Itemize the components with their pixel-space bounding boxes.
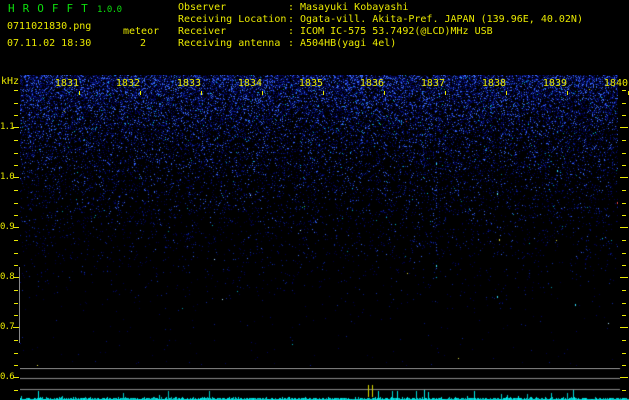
left-axis-segment [19,267,20,343]
y-major-tick-right [620,327,628,328]
y-minor-tick-left [14,290,18,291]
y-major-tick-right [620,227,628,228]
time-label: 1831 [54,78,79,89]
y-minor-tick-right [622,253,626,254]
y-minor-tick-right [622,290,626,291]
y-minor-tick-left [14,340,18,341]
time-tick [567,91,568,95]
y-axis-label: 0.9 [0,222,15,232]
time-tick [323,91,324,95]
y-minor-tick-left [14,265,18,266]
time-label: 1835 [298,78,323,89]
time-label: 1834 [237,78,262,89]
y-minor-tick-left [14,303,18,304]
y-major-tick-left [13,227,19,228]
y-minor-tick-left [14,253,18,254]
y-axis-label: 1.1 [0,122,15,132]
y-major-tick-right [620,127,628,128]
y-major-tick-left [13,377,19,378]
y-axis-label: 0.8 [0,272,15,282]
y-major-tick-left [13,277,19,278]
y-minor-tick-left [14,365,18,366]
y-axis-label: 0.6 [0,372,15,382]
time-tick [140,91,141,95]
y-major-tick-left [13,327,19,328]
y-minor-tick-right [622,215,626,216]
chart-area: kHz 1.1 1.0 0.9 0.8 0.7 0.6 1831 1832 1833 1834 18… [0,0,629,400]
y-minor-tick-right [622,365,626,366]
y-minor-tick-right [622,90,626,91]
spectrogram-canvas [20,75,618,366]
y-minor-tick-left [14,240,18,241]
time-label: 1833 [176,78,201,89]
y-minor-tick-left [14,353,18,354]
y-minor-tick-right [622,240,626,241]
y-major-tick-right [620,277,628,278]
y-minor-tick-right [622,140,626,141]
y-minor-tick-right [622,390,626,391]
time-label: 1837 [420,78,445,89]
y-minor-tick-right [622,153,626,154]
time-tick [262,91,263,95]
y-major-tick-left [13,177,19,178]
y-minor-tick-right [622,303,626,304]
y-minor-tick-right [622,203,626,204]
y-minor-tick-left [14,190,18,191]
time-tick [384,91,385,95]
y-major-tick-left [13,127,19,128]
y-minor-tick-right [622,340,626,341]
y-minor-tick-left [14,215,18,216]
time-tick [79,91,80,95]
y-minor-tick-right [622,315,626,316]
time-label: 1838 [481,78,506,89]
y-axis-label: 0.7 [0,322,15,332]
signal-trace-canvas [20,368,629,400]
y-minor-tick-right [622,265,626,266]
y-axis-label: 1.0 [0,172,15,182]
y-minor-tick-left [14,153,18,154]
y-axis-unit: kHz [1,76,20,87]
y-minor-tick-right [622,353,626,354]
y-minor-tick-left [14,103,18,104]
time-label: 1839 [542,78,567,89]
y-minor-tick-left [14,165,18,166]
y-minor-tick-left [14,90,18,91]
y-minor-tick-right [622,115,626,116]
time-label: 1840 [603,78,628,89]
y-minor-tick-left [14,203,18,204]
y-minor-tick-left [14,315,18,316]
y-minor-tick-left [14,140,18,141]
y-minor-tick-right [622,190,626,191]
y-minor-tick-right [622,103,626,104]
hrofft-screen: HROFFT 1.0.0 0711021830.png meteor 07.11… [0,0,629,400]
y-minor-tick-right [622,165,626,166]
y-minor-tick-left [14,115,18,116]
time-tick [445,91,446,95]
time-tick [201,91,202,95]
y-minor-tick-left [14,390,18,391]
time-label: 1836 [359,78,384,89]
y-major-tick-right [620,377,628,378]
time-tick [506,91,507,95]
y-major-tick-right [620,177,628,178]
time-label: 1832 [115,78,140,89]
